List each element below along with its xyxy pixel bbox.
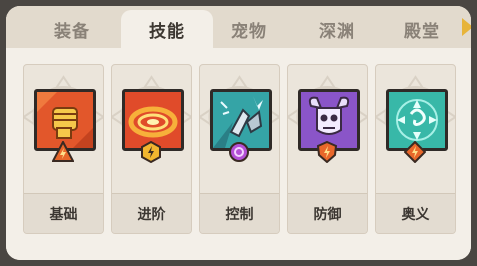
skill-card-ultimate[interactable]: 奥义 [375, 64, 456, 234]
lightning-diamond-badge [404, 141, 426, 163]
skill-card-control[interactable]: 控制 [199, 64, 280, 234]
lightning-hexagon-badge [141, 141, 161, 163]
skill-label: 基础 [24, 193, 103, 233]
skill-card-defense[interactable]: 防御 [287, 64, 368, 234]
tab-bar: 装备 技能 宠物 深渊 殿堂 [6, 6, 471, 48]
skill-card-advanced[interactable]: 进阶 [111, 64, 192, 234]
tab-hall[interactable]: 殿堂 [376, 10, 468, 48]
purple-orb-badge [229, 142, 249, 162]
skill-card-basic[interactable]: 基础 [23, 64, 104, 234]
skill-label: 控制 [200, 193, 279, 233]
lightning-shield-badge [316, 141, 338, 163]
tab-skills[interactable]: 技能 [121, 10, 213, 48]
skill-label: 防御 [288, 193, 367, 233]
skill-label: 奥义 [376, 193, 455, 233]
skill-label: 进阶 [112, 193, 191, 233]
lightning-triangle-badge [52, 141, 74, 162]
skill-list: 基础 进阶 控制 防御 奥义 [6, 48, 471, 260]
skills-panel: 装备 技能 宠物 深渊 殿堂 基础 进阶 控制 防御 奥义 [6, 6, 471, 260]
tab-equipment[interactable]: 装备 [26, 10, 118, 48]
tab-scroll-right-icon[interactable] [462, 18, 471, 36]
tab-pets[interactable]: 宠物 [203, 10, 295, 48]
tab-abyss[interactable]: 深渊 [291, 10, 383, 48]
